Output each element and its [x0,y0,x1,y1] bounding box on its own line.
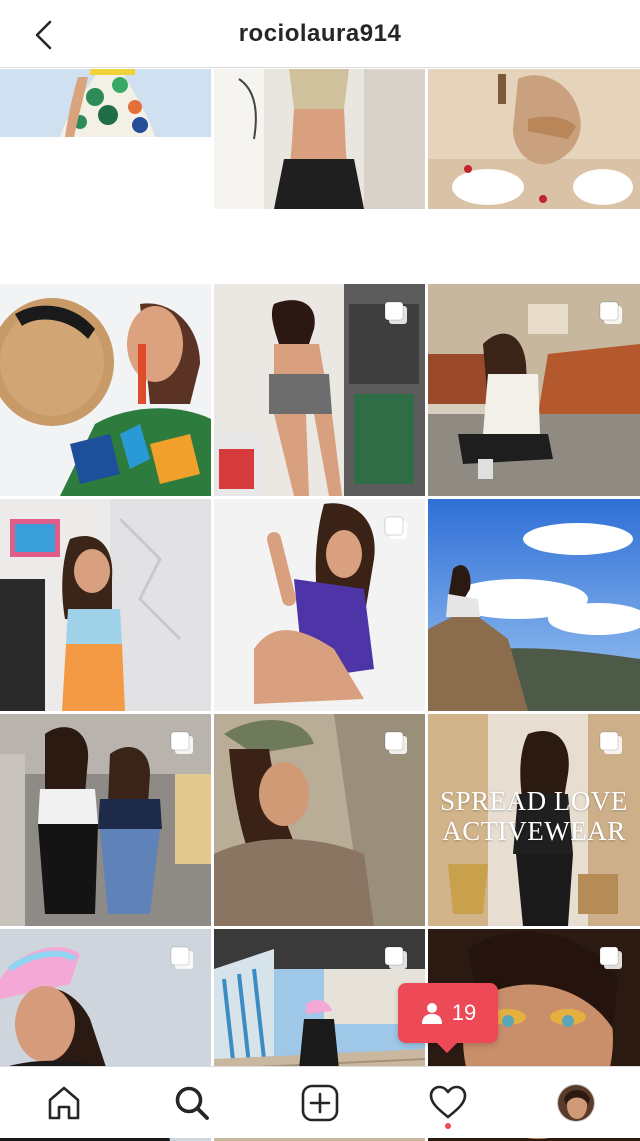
tab-search[interactable] [160,1071,224,1135]
new-followers-badge[interactable]: 19 [398,983,498,1053]
bottom-tab-bar [0,1066,640,1138]
post-thumbnail[interactable] [214,284,425,496]
post-thumbnail[interactable] [0,284,211,496]
multiple-photos-icon [599,731,622,754]
post-image [0,284,211,496]
multiple-photos-icon [384,301,407,324]
back-button[interactable] [26,18,60,52]
post-thumbnail[interactable] [0,499,211,711]
overlay-line-2: ACTIVEWEAR [442,816,626,846]
person-icon [421,1003,442,1024]
multiple-photos-icon [384,516,407,539]
post-overlay-text: SPREAD LOVE ACTIVEWEAR [428,786,640,846]
post-thumbnail[interactable] [214,714,425,926]
heart-icon [429,1085,467,1118]
search-icon [175,1086,209,1120]
profile-avatar [557,1083,595,1122]
post-thumbnail[interactable] [214,69,425,281]
add-post-icon [301,1084,339,1121]
chevron-left-icon [35,20,52,50]
post-thumbnail[interactable] [0,69,211,281]
home-icon [48,1086,80,1119]
multiple-photos-icon [170,946,193,969]
post-thumbnail[interactable] [214,499,425,711]
multiple-photos-icon [384,946,407,969]
profile-username: rociolaura914 [238,19,402,47]
post-thumbnail[interactable] [0,714,211,926]
post-thumbnail[interactable] [428,499,640,711]
post-image [214,69,425,209]
multiple-photos-icon [384,731,407,754]
post-thumbnail[interactable]: SPREAD LOVE ACTIVEWEAR [428,714,640,926]
tab-home[interactable] [32,1071,96,1135]
profile-header: rociolaura914 [0,0,640,68]
multiple-photos-icon [599,946,622,969]
multiple-photos-icon [170,731,193,754]
post-thumbnail[interactable] [428,69,640,281]
post-image [428,499,640,711]
tab-profile[interactable] [544,1071,608,1135]
post-image [0,499,211,711]
tab-new-post[interactable] [288,1071,352,1135]
overlay-line-1: SPREAD LOVE [440,786,628,816]
post-image [0,69,211,137]
posts-grid: SPREAD LOVE ACTIVEWEAR [0,69,640,1141]
tab-activity[interactable] [416,1071,480,1135]
multiple-photos-icon [599,301,622,324]
activity-notification-dot [445,1122,451,1129]
new-followers-count: 19 [451,1000,477,1025]
post-thumbnail[interactable] [428,284,640,496]
post-image [428,69,640,209]
